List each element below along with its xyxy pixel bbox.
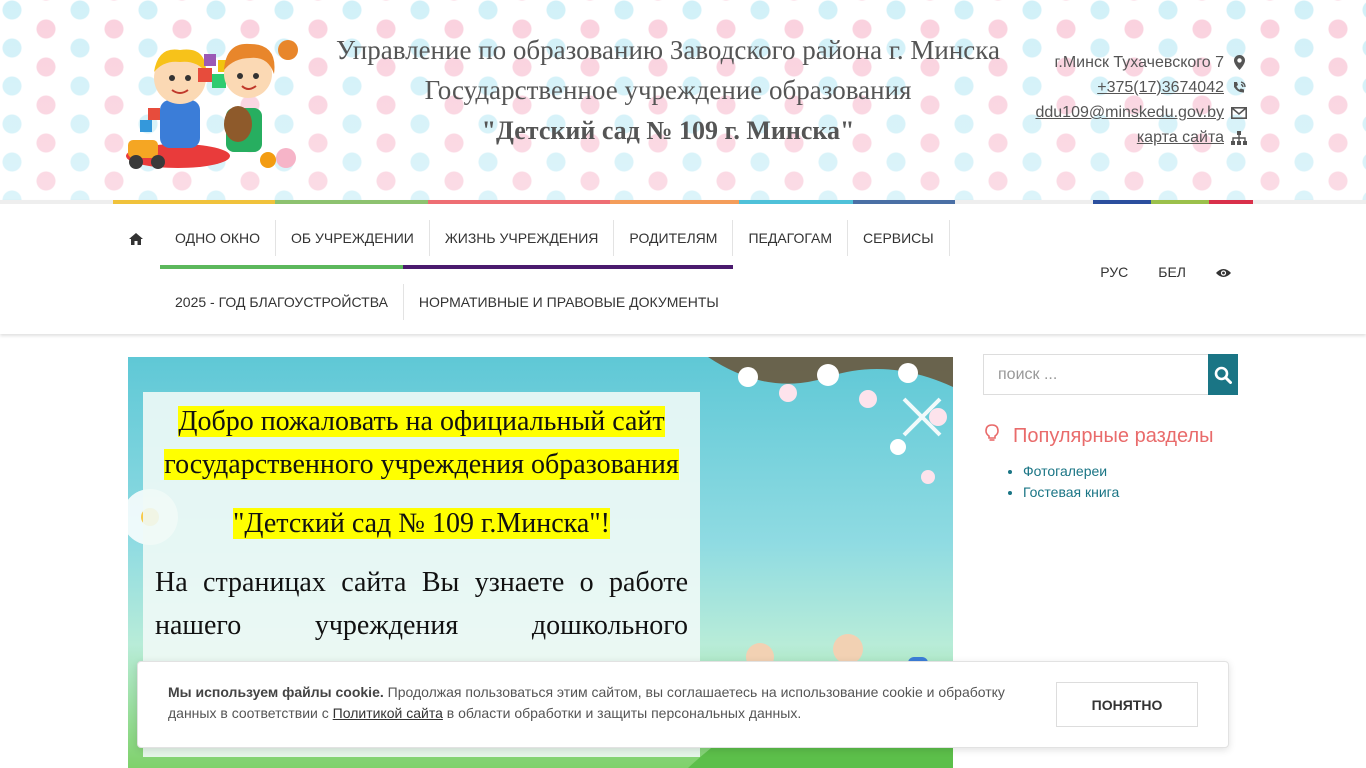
cookie-accept-button[interactable]: ПОНЯТНО <box>1056 682 1198 727</box>
lang-ru[interactable]: РУС <box>1085 264 1143 280</box>
cookie-banner: Мы используем файлы cookie. Продолжая по… <box>137 661 1229 748</box>
nav-one-window[interactable]: ОДНО ОКНО <box>160 220 276 256</box>
welcome-body: На страницах сайта Вы узнаете о работе н… <box>155 567 688 641</box>
nav-color-bars <box>113 200 1253 204</box>
site-header: Управление по образованию Заводского рай… <box>0 0 1366 200</box>
accessibility-toggle[interactable] <box>1201 264 1246 280</box>
nav-about[interactable]: ОБ УЧРЕЖДЕНИИ <box>276 220 430 256</box>
search-icon <box>1214 366 1232 384</box>
nav-row-1: ОДНО ОКНО ОБ УЧРЕЖДЕНИИ ЖИЗНЬ УЧРЕЖДЕНИЯ… <box>113 220 950 256</box>
welcome-line-2: государственного учреждения образования <box>143 443 700 486</box>
color-bar-segment <box>853 200 955 204</box>
nav-life[interactable]: ЖИЗНЬ УЧРЕЖДЕНИЯ <box>430 220 615 256</box>
color-bar-segment <box>955 200 1093 204</box>
nav-underline-green <box>160 265 403 269</box>
color-bar-segment <box>1093 200 1151 204</box>
main-navigation: ОДНО ОКНО ОБ УЧРЕЖДЕНИИ ЖИЗНЬ УЧРЕЖДЕНИЯ… <box>0 200 1366 334</box>
cookie-text: Мы используем файлы cookie. Продолжая по… <box>168 682 1028 724</box>
nav-services[interactable]: СЕРВИСЫ <box>848 220 950 256</box>
cookie-policy-link[interactable]: Политикой сайта <box>333 705 443 721</box>
sitemap-icon <box>1228 130 1250 145</box>
phone-link[interactable]: +375(17)3674042 <box>1097 75 1224 100</box>
nav-parents[interactable]: РОДИТЕЛЯМ <box>614 220 734 256</box>
lightbulb-icon <box>985 424 1013 448</box>
contact-address-text: г.Минск Тухачевского 7 <box>1054 54 1224 71</box>
header-contacts: г.Минск Тухачевского 7 +375(17)3674042 d… <box>1035 50 1250 150</box>
kids-playing-logo[interactable] <box>118 28 304 174</box>
color-bar-segment <box>1151 200 1209 204</box>
envelope-icon <box>1228 106 1250 119</box>
welcome-line-3: "Детский сад № 109 г.Минска"! <box>143 502 700 545</box>
sitemap-link[interactable]: карта сайта <box>1137 125 1224 150</box>
color-bar-segment <box>610 200 739 204</box>
cookie-bold: Мы используем файлы cookie. <box>168 684 384 700</box>
popular-sections-list: Фотогалереи Гостевая книга <box>1005 461 1119 503</box>
color-bar-segment <box>1209 200 1253 204</box>
list-item: Фотогалереи <box>1023 461 1119 482</box>
color-bar-segment <box>739 200 853 204</box>
nav-home[interactable] <box>113 220 160 256</box>
eye-icon <box>1216 269 1231 278</box>
popular-sections-label: Популярные разделы <box>1013 424 1214 447</box>
nav-underline-purple <box>403 265 733 269</box>
cookie-text-part2: в области обработки и защиты персональны… <box>442 705 802 721</box>
title-institution-type: Государственное учреждение образования <box>424 75 912 105</box>
site-title: Управление по образованию Заводского рай… <box>318 30 1018 152</box>
welcome-line-2-text: государственного учреждения образования <box>164 449 679 480</box>
search-button[interactable] <box>1208 354 1238 395</box>
home-icon <box>129 233 143 246</box>
popular-link-guestbook[interactable]: Гостевая книга <box>1023 484 1119 500</box>
close-icon[interactable] <box>898 393 946 441</box>
search-form <box>983 354 1238 395</box>
contact-phone[interactable]: +375(17)3674042 <box>1035 75 1250 100</box>
color-bar-segment <box>428 200 610 204</box>
nav-legal-docs[interactable]: НОРМАТИВНЫЕ И ПРАВОВЫЕ ДОКУМЕНТЫ <box>404 284 734 320</box>
color-bar-segment <box>113 200 275 204</box>
nav-language-switch: РУС БЕЛ <box>1085 254 1246 290</box>
nav-year-improvement[interactable]: 2025 - ГОД БЛАГОУСТРОЙСТВА <box>160 284 404 320</box>
title-institution-name: "Детский сад № 109 г. Минска" <box>481 116 855 145</box>
list-item: Гостевая книга <box>1023 482 1119 503</box>
map-marker-icon <box>1228 55 1250 70</box>
contact-address: г.Минск Тухачевского 7 <box>1035 50 1250 75</box>
search-input[interactable] <box>983 354 1208 395</box>
welcome-line-1-text: Добро пожаловать на официальный сайт <box>178 406 665 437</box>
nav-row-2: 2025 - ГОД БЛАГОУСТРОЙСТВА НОРМАТИВНЫЕ И… <box>160 284 734 320</box>
lang-by[interactable]: БЕЛ <box>1143 264 1201 280</box>
phone-volume-icon <box>1228 80 1250 95</box>
welcome-line-3-text: "Детский сад № 109 г.Минска"! <box>232 508 610 539</box>
contact-sitemap[interactable]: карта сайта <box>1035 125 1250 150</box>
popular-sections-title: Популярные разделы <box>985 424 1214 448</box>
popular-link-galleries[interactable]: Фотогалереи <box>1023 463 1107 479</box>
title-organization: Управление по образованию Заводского рай… <box>336 35 1000 65</box>
email-link[interactable]: ddu109@minskedu.gov.by <box>1035 100 1224 125</box>
welcome-line-1: Добро пожаловать на официальный сайт <box>143 400 700 443</box>
color-bar-segment <box>275 200 428 204</box>
contact-email[interactable]: ddu109@minskedu.gov.by <box>1035 100 1250 125</box>
nav-teachers[interactable]: ПЕДАГОГАМ <box>733 220 848 256</box>
